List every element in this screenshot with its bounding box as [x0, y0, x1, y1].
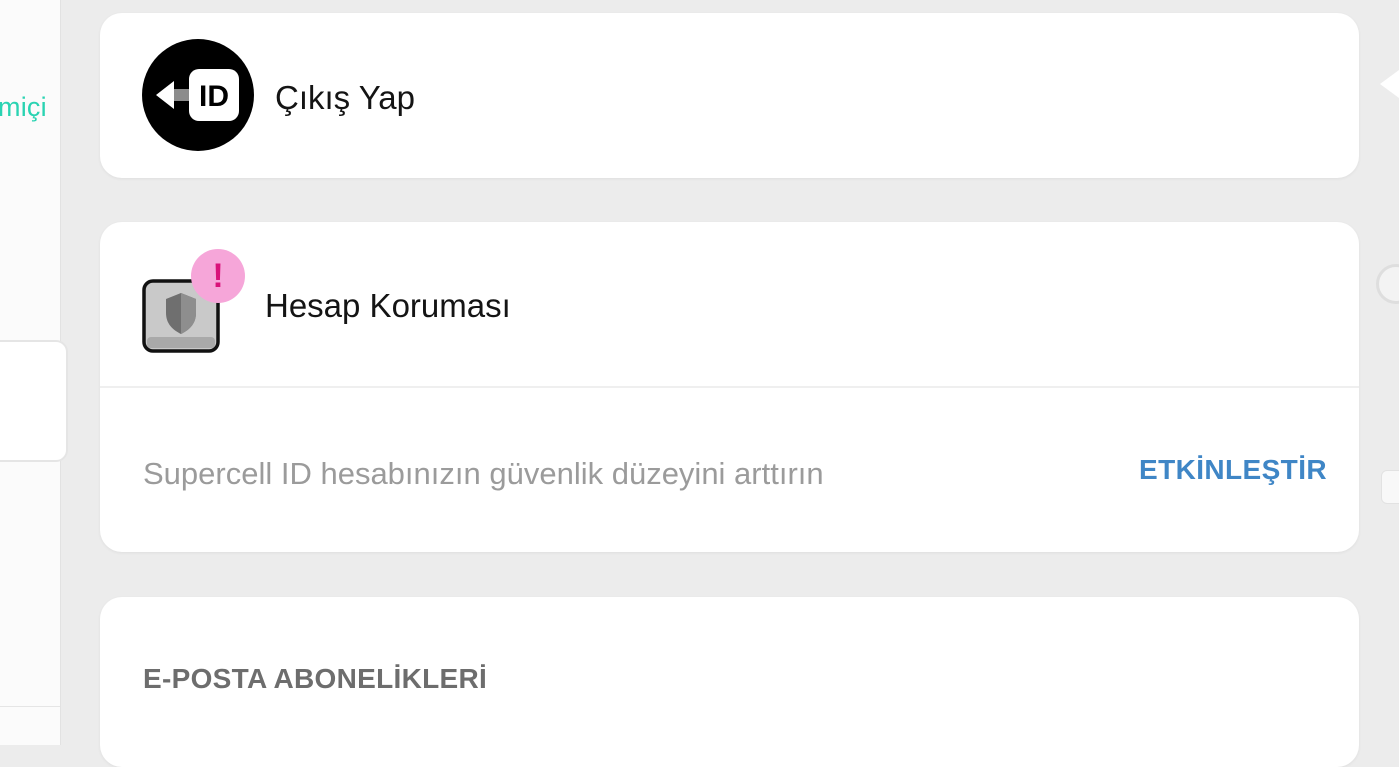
side-panel: miçi [0, 0, 68, 745]
divider [100, 386, 1359, 388]
side-arrow-fragment [1380, 70, 1399, 98]
account-protection-title: Hesap Koruması [265, 287, 511, 324]
side-button-fragment[interactable] [1376, 264, 1399, 304]
account-protection-card: ! Hesap Koruması Supercell ID hesabınızı… [100, 222, 1359, 552]
logout-card[interactable]: ID Çıkış Yap [100, 13, 1359, 178]
logout-id-icon: ID [142, 39, 254, 151]
email-subscriptions-card: E-POSTA ABONELİKLERİ [100, 597, 1359, 767]
online-status-text: miçi [0, 92, 47, 122]
divider [0, 706, 60, 707]
side-panel-card[interactable] [0, 340, 68, 462]
email-subscriptions-heading: E-POSTA ABONELİKLERİ [143, 663, 488, 694]
logout-icon-text: ID [199, 80, 229, 113]
alert-icon: ! [191, 249, 245, 303]
account-protection-description: Supercell ID hesabınızın güvenlik düzeyi… [143, 456, 824, 491]
logout-label: Çıkış Yap [275, 79, 416, 116]
activate-button[interactable]: ETKİNLEŞTİR [1139, 454, 1327, 486]
side-card-fragment [1381, 470, 1399, 504]
